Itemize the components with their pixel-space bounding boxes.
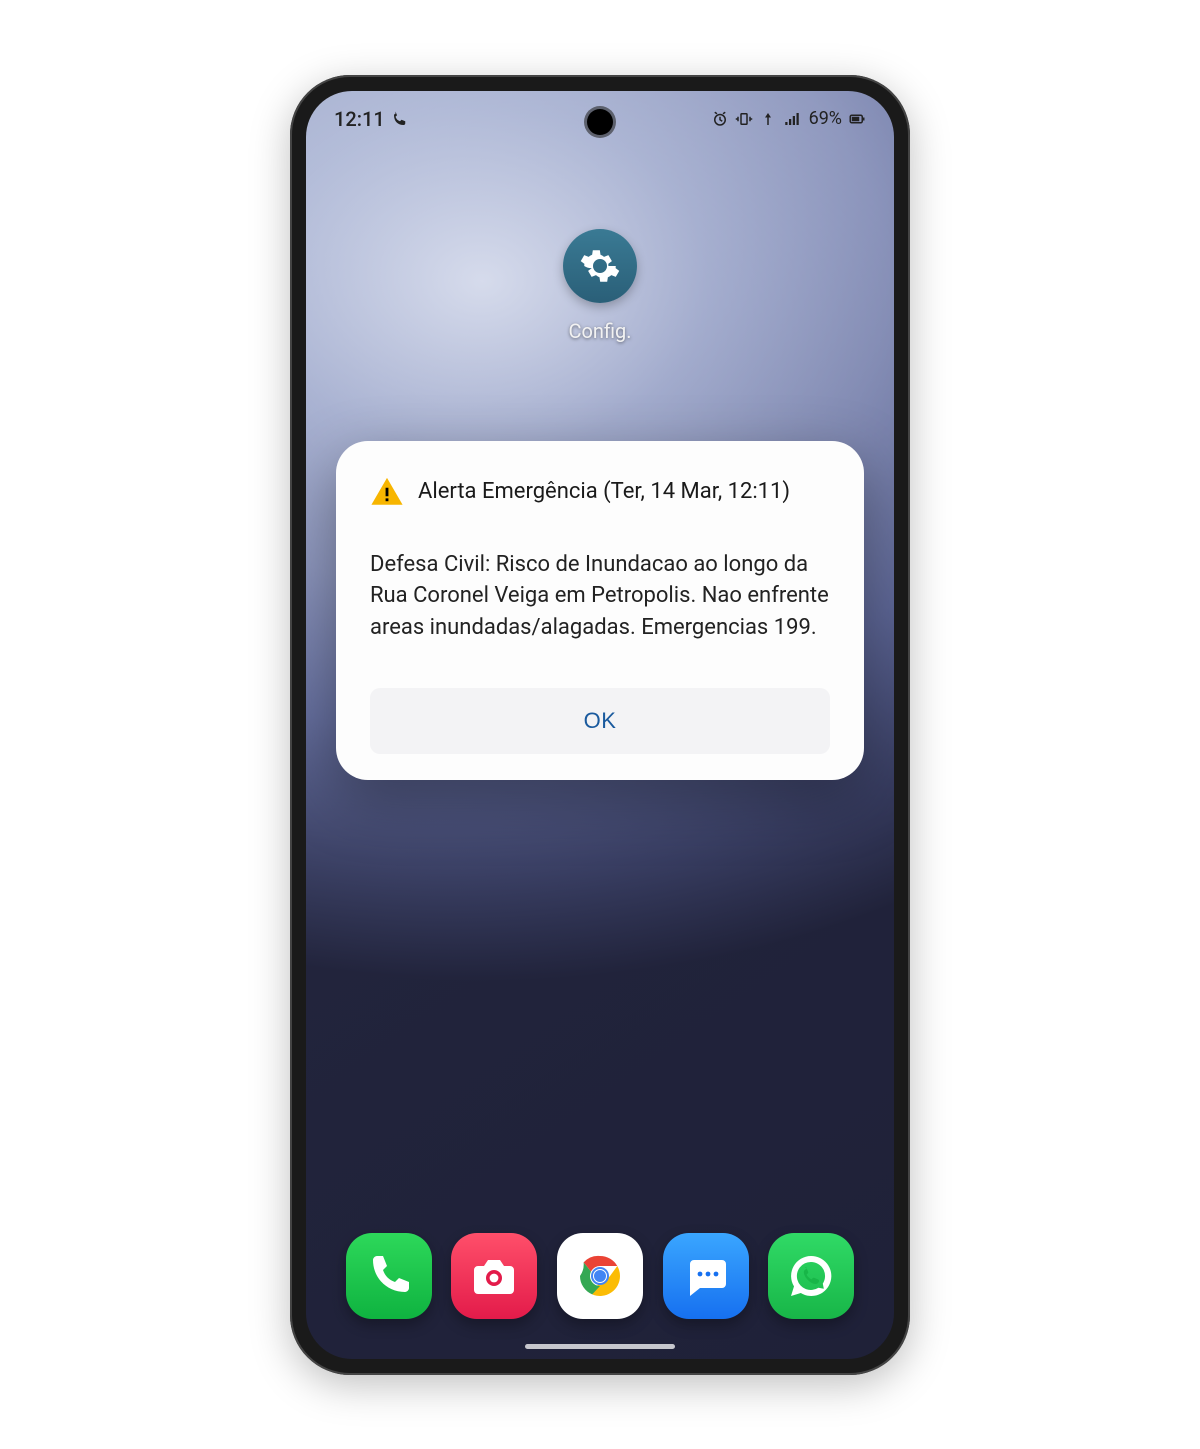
- battery-icon: [848, 110, 866, 128]
- phone-screen: 12:11 69%: [306, 91, 894, 1359]
- messages-app-icon[interactable]: [663, 1233, 749, 1319]
- vibrate-icon: [735, 110, 753, 128]
- status-bar-left: 12:11: [334, 107, 409, 131]
- home-indicator[interactable]: [525, 1344, 675, 1349]
- whatsapp-app-icon[interactable]: [768, 1233, 854, 1319]
- app-dock: [306, 1233, 894, 1319]
- emergency-alert-dialog: Alerta Emergência (Ter, 14 Mar, 12:11) D…: [336, 441, 864, 781]
- phone-frame: 12:11 69%: [290, 75, 910, 1375]
- status-bar-right: 69%: [711, 108, 866, 129]
- warning-icon: [370, 475, 404, 509]
- dialog-header: Alerta Emergência (Ter, 14 Mar, 12:11): [370, 475, 830, 509]
- alarm-icon: [711, 110, 729, 128]
- phone-status-icon: [391, 110, 409, 128]
- network-icon: [759, 110, 777, 128]
- dialog-title: Alerta Emergência (Ter, 14 Mar, 12:11): [418, 479, 790, 504]
- camera-punch-hole: [587, 109, 613, 135]
- status-time: 12:11: [334, 107, 385, 131]
- settings-app-shortcut[interactable]: Config.: [555, 221, 645, 343]
- battery-percentage: 69%: [809, 108, 842, 129]
- dialog-body-text: Defesa Civil: Risco de Inundacao ao long…: [370, 549, 830, 645]
- phone-app-icon[interactable]: [346, 1233, 432, 1319]
- settings-app-icon-container: [555, 221, 645, 311]
- chrome-app-icon[interactable]: [557, 1233, 643, 1319]
- gear-icon: [563, 229, 637, 303]
- signal-icon: [783, 110, 801, 128]
- settings-app-label: Config.: [568, 319, 631, 343]
- camera-app-icon[interactable]: [451, 1233, 537, 1319]
- ok-button[interactable]: OK: [370, 688, 830, 754]
